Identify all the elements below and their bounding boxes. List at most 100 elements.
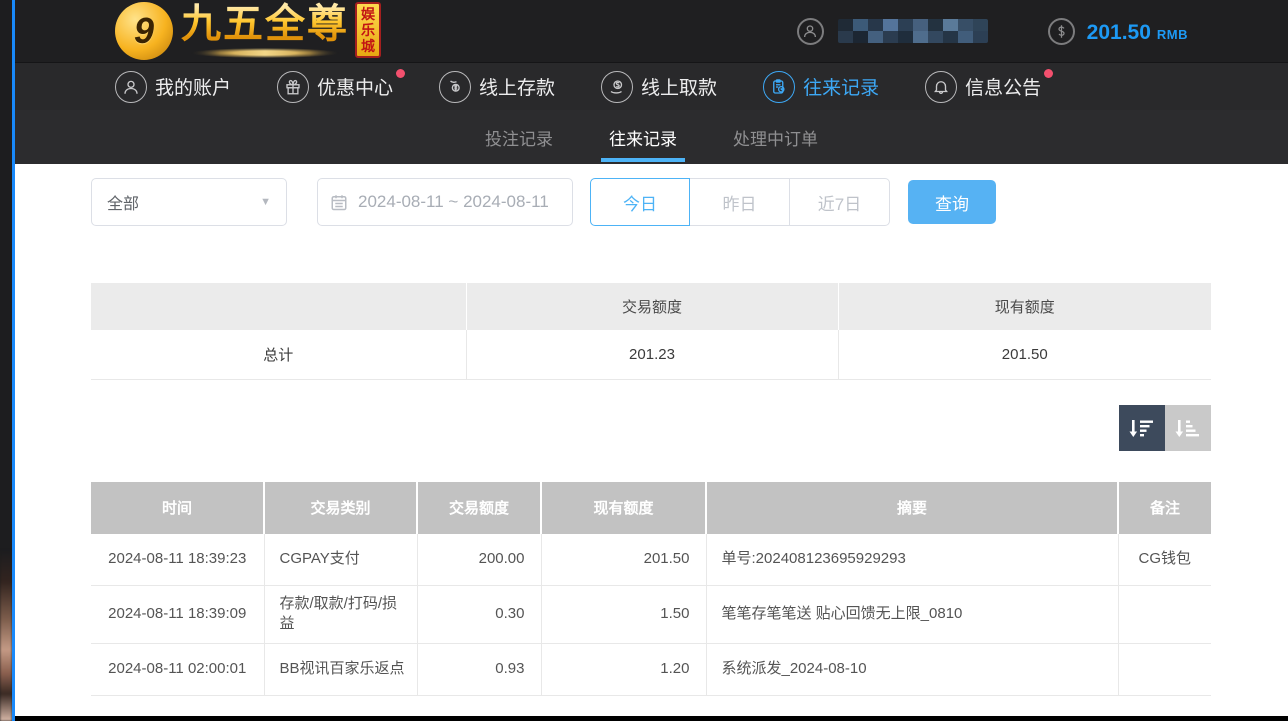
- table-row: 2024-08-11 18:39:09 存款/取款/打码/损益 0.30 1.5…: [91, 586, 1211, 644]
- query-button[interactable]: 查询: [908, 180, 996, 224]
- summary-balance-total: 201.50: [838, 330, 1211, 379]
- footer-bar: [15, 716, 1288, 721]
- cell-type: CGPAY支付: [264, 534, 417, 586]
- sort-descending-button[interactable]: [1119, 405, 1165, 451]
- brand-flourish: [190, 48, 340, 58]
- cell-summary: 笔笔存笔笔送 贴心回馈无上限_0810: [706, 586, 1118, 644]
- top-header: 9 九五全尊 娱 乐 城: [15, 0, 1288, 62]
- site-page: 9 九五全尊 娱 乐 城: [15, 0, 1288, 721]
- brand-emblem-icon: 9: [115, 2, 173, 60]
- user-icon: [115, 71, 147, 103]
- tab-pending-orders[interactable]: 处理中订单: [733, 110, 818, 164]
- badge-char: 乐: [361, 22, 375, 38]
- date-range-value: 2024-08-11 ~ 2024-08-11: [358, 192, 549, 212]
- notification-dot: [396, 69, 405, 78]
- type-select-value: 全部: [107, 190, 139, 214]
- cell-balance: 201.50: [541, 534, 706, 586]
- nav-label: 我的账户: [155, 73, 231, 100]
- today-button[interactable]: 今日: [590, 178, 690, 226]
- filter-bar: 全部 ▼ 2024-08-11 ~ 2024-08-11 今日 昨日 近7日: [91, 178, 1211, 226]
- col-header-remark: 备注: [1118, 482, 1211, 534]
- cell-summary: 单号:202408123695929293: [706, 534, 1118, 586]
- cell-time: 2024-08-11 02:00:01: [91, 643, 264, 695]
- nav-item-promotions[interactable]: 优惠中心: [277, 71, 393, 103]
- nav-label: 线上存款: [479, 73, 555, 100]
- background-strip: [0, 0, 12, 721]
- summary-total-label: 总计: [91, 330, 466, 379]
- records-header-row: 时间 交易类别 交易额度 现有额度 摘要 备注: [91, 482, 1211, 534]
- withdraw-icon: [601, 71, 633, 103]
- user-avatar-icon[interactable]: [797, 18, 824, 45]
- tab-transaction-records[interactable]: 往来记录: [609, 110, 677, 164]
- sort-ascending-button[interactable]: [1165, 405, 1211, 451]
- summary-transaction-total: 201.23: [466, 330, 838, 379]
- gift-icon: [277, 71, 309, 103]
- cell-time: 2024-08-11 18:39:09: [91, 586, 264, 644]
- table-row: 2024-08-11 18:39:23 CGPAY支付 200.00 201.5…: [91, 534, 1211, 586]
- cell-type: 存款/取款/打码/损益: [264, 586, 417, 644]
- deposit-icon: [439, 71, 471, 103]
- nav-item-announcements[interactable]: 信息公告: [925, 71, 1041, 103]
- nav-item-my-account[interactable]: 我的账户: [115, 71, 231, 103]
- yesterday-button[interactable]: 昨日: [690, 178, 790, 226]
- cell-amount: 0.93: [417, 643, 541, 695]
- main-navigation: 我的账户 优惠中心 线上存款: [15, 62, 1288, 110]
- summary-header-transaction: 交易额度: [466, 283, 838, 330]
- cell-balance: 1.20: [541, 643, 706, 695]
- records-icon: [763, 71, 795, 103]
- summary-header-empty: [91, 283, 466, 330]
- notification-dot: [1044, 69, 1053, 78]
- summary-row: 总计 201.23 201.50: [91, 330, 1211, 379]
- sort-controls: [91, 405, 1211, 451]
- tab-betting-records[interactable]: 投注记录: [485, 110, 553, 164]
- content-area: 全部 ▼ 2024-08-11 ~ 2024-08-11 今日 昨日 近7日: [91, 178, 1211, 721]
- calendar-icon: [330, 193, 348, 211]
- nav-item-transaction-records[interactable]: 往来记录: [763, 71, 879, 103]
- nav-label: 往来记录: [803, 73, 879, 100]
- badge-char: 城: [361, 38, 375, 54]
- col-header-amount: 交易额度: [417, 482, 541, 534]
- col-header-type: 交易类别: [264, 482, 417, 534]
- cell-summary: 系统派发_2024-08-10: [706, 643, 1118, 695]
- nav-label: 优惠中心: [317, 73, 393, 100]
- brand-name: 九五全尊: [181, 2, 349, 46]
- nav-label: 线上取款: [641, 73, 717, 100]
- records-table: 时间 交易类别 交易额度 现有额度 摘要 备注 2024-08-11 18:39…: [91, 482, 1211, 696]
- cell-remark: [1118, 586, 1211, 644]
- dollar-coin-icon: [1048, 18, 1075, 45]
- col-header-time: 时间: [91, 482, 264, 534]
- sort-descending-icon: [1129, 415, 1155, 441]
- badge-char: 娱: [361, 6, 375, 22]
- blurred-username: [838, 19, 988, 43]
- nav-item-online-deposit[interactable]: 线上存款: [439, 71, 555, 103]
- record-tabs: 投注记录 往来记录 处理中订单: [15, 110, 1288, 164]
- summary-table: 交易额度 现有额度 总计 201.23 201.50: [91, 283, 1211, 380]
- brand-logo[interactable]: 9 九五全尊 娱 乐 城: [115, 2, 381, 60]
- col-header-summary: 摘要: [706, 482, 1118, 534]
- nav-label: 信息公告: [965, 73, 1041, 100]
- balance-currency: RMB: [1157, 27, 1188, 42]
- cell-time: 2024-08-11 18:39:23: [91, 534, 264, 586]
- table-row: 2024-08-11 02:00:01 BB视讯百家乐返点 0.93 1.20 …: [91, 643, 1211, 695]
- cell-balance: 1.50: [541, 586, 706, 644]
- cell-type: BB视讯百家乐返点: [264, 643, 417, 695]
- balance-amount: 201.50: [1087, 21, 1151, 45]
- quick-date-group: 今日 昨日 近7日: [590, 178, 890, 226]
- nav-item-online-withdraw[interactable]: 线上取款: [601, 71, 717, 103]
- balance-area[interactable]: 201.50 RMB: [1048, 18, 1188, 45]
- col-header-balance: 现有额度: [541, 482, 706, 534]
- cell-remark: CG钱包: [1118, 534, 1211, 586]
- screen: 9 九五全尊 娱 乐 城: [0, 0, 1288, 721]
- bell-icon: [925, 71, 957, 103]
- date-range-input[interactable]: 2024-08-11 ~ 2024-08-11: [317, 178, 573, 226]
- chevron-down-icon: ▼: [260, 196, 271, 208]
- cell-amount: 0.30: [417, 586, 541, 644]
- cell-amount: 200.00: [417, 534, 541, 586]
- summary-header-balance: 现有额度: [838, 283, 1211, 330]
- type-select[interactable]: 全部 ▼: [91, 178, 287, 226]
- cell-remark: [1118, 643, 1211, 695]
- background-photo-fragment: [0, 551, 12, 721]
- brand-badge: 娱 乐 城: [355, 2, 381, 58]
- top-user-area: 201.50 RMB: [797, 0, 1188, 62]
- last7days-button[interactable]: 近7日: [790, 178, 890, 226]
